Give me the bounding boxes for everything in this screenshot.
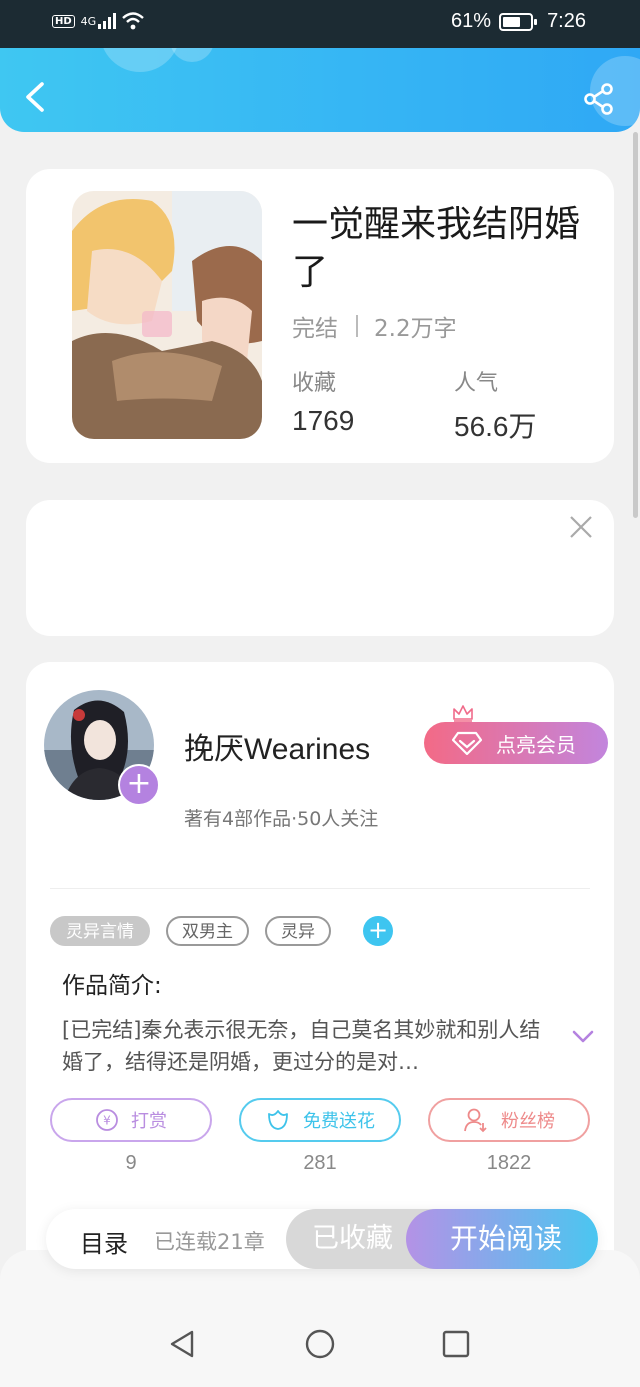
nav-recents-icon[interactable] bbox=[440, 1328, 472, 1360]
status-bar: HD 4G 61% 7:26 bbox=[0, 0, 640, 48]
scrollbar[interactable] bbox=[633, 132, 638, 518]
diamond-icon bbox=[452, 731, 482, 755]
follow-author-button[interactable]: + bbox=[118, 764, 160, 806]
reward-count: 9 bbox=[125, 1152, 137, 1174]
crown-icon bbox=[453, 705, 473, 722]
nav-home-icon[interactable] bbox=[304, 1328, 336, 1360]
tag[interactable]: 灵异言情 bbox=[50, 916, 150, 946]
battery-icon bbox=[499, 12, 538, 31]
flower-count: 281 bbox=[303, 1152, 337, 1174]
clock: 7:26 bbox=[547, 10, 586, 32]
vip-label: 点亮会员 bbox=[496, 732, 576, 757]
toc-button[interactable]: 目录 bbox=[80, 1224, 128, 1259]
nav-back-icon[interactable] bbox=[166, 1328, 198, 1360]
book-meta: 完结 2.2万字 bbox=[292, 309, 457, 343]
popularity-value: 56.6万 bbox=[454, 411, 537, 442]
author-name[interactable]: 挽厌Wearines bbox=[184, 724, 370, 768]
battery-percent: 61% bbox=[451, 10, 492, 32]
book-status: 完结 bbox=[292, 316, 338, 342]
favorites-value: 1769 bbox=[292, 405, 355, 436]
free-flower-label: 免费送花 bbox=[303, 1111, 375, 1132]
decor-bubble bbox=[170, 48, 214, 62]
share-icon[interactable] bbox=[582, 82, 616, 116]
intro-text[interactable]: [已完结]秦允表示很无奈，自己莫名其妙就和别人结婚了，结得还是阴婚，更过分的是对… bbox=[62, 1014, 542, 1078]
wifi-icon bbox=[122, 12, 145, 30]
tag[interactable]: 灵异 bbox=[265, 916, 331, 946]
fan-count: 1822 bbox=[486, 1152, 532, 1174]
tag-list: 灵异言情 双男主 灵异 + bbox=[50, 916, 393, 946]
svg-text:¥: ¥ bbox=[103, 1114, 111, 1128]
tag[interactable]: 双男主 bbox=[166, 916, 249, 946]
book-info-card: 一觉醒来我结阴婚了 完结 2.2万字 收藏 1769 人气 56.6万 bbox=[26, 169, 614, 463]
book-cover[interactable] bbox=[72, 191, 262, 439]
book-title: 一觉醒来我结阴婚了 bbox=[292, 204, 581, 293]
decor-bubble bbox=[100, 48, 180, 72]
fan-rank-button[interactable]: 粉丝榜 bbox=[428, 1098, 590, 1142]
divider bbox=[50, 888, 590, 889]
popularity-label: 人气 bbox=[454, 371, 499, 396]
serial-status[interactable]: 已连载21章 bbox=[154, 1226, 265, 1256]
reading-bar: 目录 已连载21章 已收藏 开始阅读 bbox=[46, 1209, 598, 1269]
system-nav-bar bbox=[0, 1310, 640, 1387]
signal-icon bbox=[98, 13, 117, 29]
reward-button[interactable]: ¥ 打赏 bbox=[50, 1098, 212, 1142]
favorites-label: 收藏 bbox=[292, 371, 337, 396]
intro-title: 作品简介: bbox=[62, 973, 162, 999]
flower-icon bbox=[268, 1110, 288, 1130]
free-flower-button[interactable]: 免费送花 bbox=[239, 1098, 401, 1142]
word-count: 2.2万字 bbox=[374, 316, 457, 342]
hd-indicator: HD bbox=[52, 14, 75, 28]
reward-label: 打赏 bbox=[131, 1111, 167, 1132]
add-tag-button[interactable]: + bbox=[363, 916, 393, 946]
start-reading-button[interactable]: 开始阅读 bbox=[406, 1209, 598, 1269]
fan-rank-label: 粉丝榜 bbox=[501, 1111, 555, 1132]
vip-button[interactable]: 点亮会员 bbox=[424, 722, 608, 764]
ad-card bbox=[26, 500, 614, 636]
meta-divider bbox=[356, 315, 358, 337]
chevron-down-icon[interactable] bbox=[572, 1030, 594, 1044]
close-icon[interactable] bbox=[568, 514, 594, 540]
header bbox=[0, 48, 640, 132]
network-indicator: 4G bbox=[80, 14, 97, 28]
cover-illustration bbox=[72, 191, 262, 439]
author-stats: 著有4部作品·50人关注 bbox=[184, 808, 379, 830]
back-icon[interactable] bbox=[22, 82, 48, 112]
user-rank-icon bbox=[464, 1108, 487, 1133]
yen-coin-icon: ¥ bbox=[96, 1109, 118, 1131]
